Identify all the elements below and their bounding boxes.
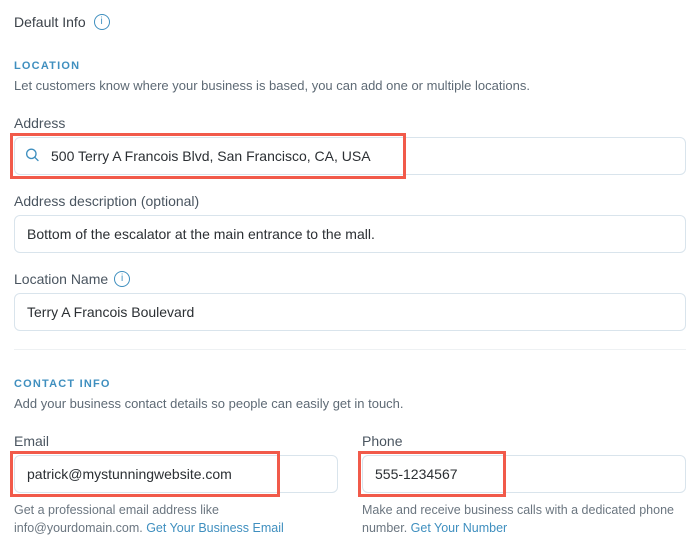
contact-section-title: CONTACT INFO — [14, 378, 686, 390]
address-desc-input[interactable] — [14, 215, 686, 253]
section-divider — [14, 349, 686, 350]
phone-help-text: Make and receive business calls with a d… — [362, 503, 674, 535]
contact-section: CONTACT INFO Add your business contact d… — [14, 378, 686, 537]
default-info-row: Default Info i — [14, 14, 686, 34]
location-name-wrap — [14, 293, 686, 331]
phone-input-wrap — [362, 455, 686, 493]
phone-column: Phone Make and receive business calls wi… — [362, 433, 686, 537]
search-icon — [24, 147, 40, 166]
email-label: Email — [14, 433, 338, 449]
location-name-label-text: Location Name — [14, 271, 108, 287]
phone-help: Make and receive business calls with a d… — [362, 501, 686, 537]
address-label: Address — [14, 115, 686, 131]
get-number-link[interactable]: Get Your Number — [411, 521, 508, 535]
get-business-email-link[interactable]: Get Your Business Email — [146, 521, 284, 535]
email-input[interactable] — [14, 455, 338, 493]
location-name-input[interactable] — [14, 293, 686, 331]
contact-section-subtitle: Add your business contact details so peo… — [14, 396, 686, 411]
phone-input[interactable] — [362, 455, 686, 493]
email-help: Get a professional email address like in… — [14, 501, 338, 537]
phone-label: Phone — [362, 433, 686, 449]
contact-columns: Email Get a professional email address l… — [14, 433, 686, 537]
location-name-label: Location Name i — [14, 271, 686, 287]
address-input-wrap — [14, 137, 686, 175]
location-section: LOCATION Let customers know where your b… — [14, 60, 686, 331]
info-icon[interactable]: i — [94, 14, 110, 30]
address-desc-label: Address description (optional) — [14, 193, 686, 209]
address-desc-wrap — [14, 215, 686, 253]
info-icon[interactable]: i — [114, 271, 130, 287]
location-section-title: LOCATION — [14, 60, 686, 72]
default-info-label: Default Info — [14, 14, 86, 30]
email-input-wrap — [14, 455, 338, 493]
location-section-subtitle: Let customers know where your business i… — [14, 78, 686, 93]
email-column: Email Get a professional email address l… — [14, 433, 338, 537]
address-input[interactable] — [14, 137, 686, 175]
